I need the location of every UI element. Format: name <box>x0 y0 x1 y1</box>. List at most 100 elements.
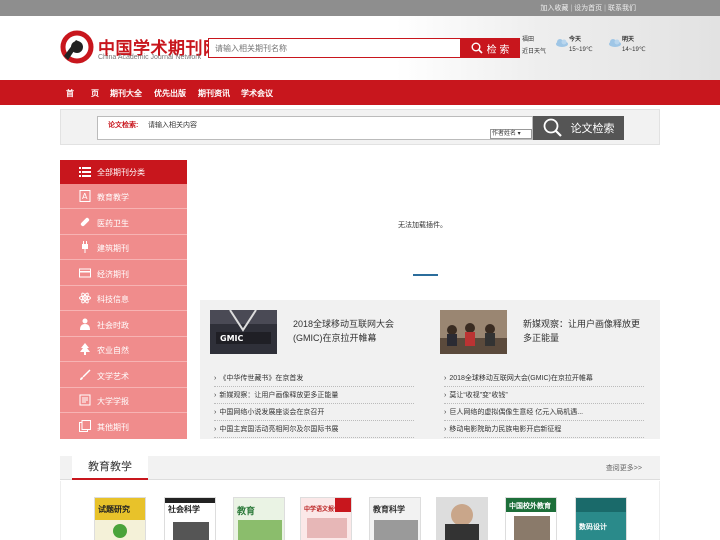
sidebar-item-technology[interactable]: 科技信息 <box>60 286 187 311</box>
banner-indicator[interactable] <box>413 274 438 276</box>
search-icon <box>471 42 483 54</box>
weather-location: 福田 近日天气 <box>522 34 546 55</box>
view-more-link[interactable]: 查阅更多>> <box>606 463 642 473</box>
book-a-icon: A <box>79 190 91 202</box>
add-favorite-link[interactable]: 加入收藏 <box>540 3 568 13</box>
cover-title: 数码设计 <box>579 524 607 531</box>
journal-cover[interactable]: 数码设计 <box>575 497 627 540</box>
journal-cover[interactable]: 教育 <box>233 497 285 540</box>
cover-title: 试题研究 <box>98 505 130 514</box>
nav-journal-news[interactable]: 期刊资讯 <box>198 88 230 99</box>
sidebar-item-label: 大学学报 <box>97 397 129 406</box>
sidebar-item-medicine[interactable]: 医药卫生 <box>60 210 187 235</box>
list-item[interactable]: 新媒观察：让用户画像释放更多正能量 <box>214 387 414 404</box>
journal-cover[interactable]: 中国校外教育 <box>505 497 557 540</box>
sidebar-item-label: 教育教学 <box>97 193 129 202</box>
copy-icon <box>79 419 91 432</box>
sidebar-item-label: 经济期刊 <box>97 269 129 279</box>
sidebar-item-label: 建筑期刊 <box>97 244 129 253</box>
brush-icon <box>80 368 91 380</box>
education-covers: 试题研究 社会科学 教育 中学语文报告 教育科学 中国校外教育 数码设计 <box>60 481 660 540</box>
sidebar-item-university[interactable]: 大学学报 <box>60 388 187 413</box>
list-item[interactable]: 移动电影院助力民族电影开启新征程 <box>444 421 644 438</box>
paper-search-box[interactable]: 论文检索: 请输入相关内容 作者姓名 ▾ <box>97 116 533 140</box>
sidebar-item-education[interactable]: A 教育教学 <box>60 184 187 209</box>
weather-note: 近日天气 <box>522 49 547 55</box>
weather-city: 福田 <box>522 37 535 43</box>
list-item[interactable]: 巨人网络的虚拟偶像生意经 亿元入局机遇... <box>444 404 644 421</box>
journal-cover[interactable]: 试题研究 <box>94 497 146 540</box>
sidebar-item-label: 医药卫生 <box>97 218 129 228</box>
list-item[interactable]: 中国网络小说发展座谈会在京召开 <box>214 404 414 421</box>
journal-cover[interactable]: 教育科学 <box>369 497 421 540</box>
list-icon <box>79 167 91 177</box>
all-categories-header[interactable]: 全部期刊分类 <box>60 160 187 184</box>
sidebar-item-label: 社会时政 <box>97 320 129 330</box>
search-button-label: 检 索 <box>486 44 510 56</box>
cover-title: 社会科学 <box>168 505 200 514</box>
sidebar-item-economy[interactable]: 经济期刊 <box>60 261 187 286</box>
plugin-missing-message: 无法加载插件。 <box>398 222 447 229</box>
separator: | <box>604 5 606 12</box>
top-links: 加入收藏 | 设为首页 | 联系我们 <box>540 3 636 13</box>
news-list-right: 2018全球移动互联网大会(GMIC)在京拉开帷幕 莫让“收视”变“收钱” 巨人… <box>444 370 644 438</box>
list-item[interactable]: 《中华传世藏书》在京首发 <box>214 370 414 387</box>
education-section-header: 教育教学 查阅更多>> <box>60 456 660 480</box>
cloud-icon <box>556 39 568 47</box>
cover-title: 中国校外教育 <box>509 503 551 510</box>
sidebar-item-label: 农业自然 <box>97 346 129 355</box>
journal-search-button[interactable]: 检 索 <box>460 38 520 58</box>
weather-today-temp: 15~19℃ <box>569 47 593 53</box>
top-utility-bar: 加入收藏 | 设为首页 | 联系我们 <box>0 0 720 16</box>
weather-tomorrow-temp: 14~19℃ <box>622 47 646 53</box>
all-categories-label: 全部期刊分类 <box>97 168 145 177</box>
set-homepage-link[interactable]: 设为首页 <box>574 3 602 13</box>
card-icon <box>79 268 91 277</box>
contact-us-link[interactable]: 联系我们 <box>608 3 636 13</box>
sidebar-item-label: 科技信息 <box>97 295 129 304</box>
journal-cover[interactable]: 社会科学 <box>164 497 216 540</box>
news-thumbnail[interactable]: GMIC <box>210 310 277 354</box>
journal-cover[interactable] <box>436 497 488 540</box>
journal-search-input[interactable] <box>209 39 461 57</box>
sidebar-item-agriculture[interactable]: 农业自然 <box>60 337 187 362</box>
nav-journals[interactable]: 期刊大全 <box>110 88 142 99</box>
atom-icon <box>79 292 91 304</box>
journal-icon <box>79 394 91 406</box>
svg-text:A: A <box>82 192 88 201</box>
sidebar-item-politics[interactable]: 社会时政 <box>60 312 187 337</box>
featured-news-title-2[interactable]: 新媒观察：让用户画像释放更多正能量 <box>523 317 647 345</box>
journal-search-box <box>208 38 462 58</box>
list-item[interactable]: 莫让“收视”变“收钱” <box>444 387 644 404</box>
news-panel: GMIC 2018全球移动互联网大会(GMIC)在京拉开帷幕 新媒观察：让用户画… <box>200 300 660 439</box>
paper-search-button-label: 论文检索 <box>570 123 615 135</box>
plug-icon <box>82 241 88 253</box>
featured-news-title-1[interactable]: 2018全球移动互联网大会(GMIC)在京拉开帷幕 <box>293 317 413 345</box>
nav-conferences[interactable]: 学术会议 <box>241 88 273 99</box>
sidebar-item-architecture[interactable]: 建筑期刊 <box>60 235 187 260</box>
sidebar-item-arts[interactable]: 文学艺术 <box>60 363 187 388</box>
search-icon <box>543 118 562 137</box>
list-item[interactable]: 2018全球移动互联网大会(GMIC)在京拉开帷幕 <box>444 370 644 387</box>
nav-home-1[interactable]: 首 <box>66 88 74 99</box>
paper-search-button[interactable]: 论文检索 <box>533 116 624 140</box>
weather-today: 今天 15~19℃ <box>569 34 593 53</box>
paper-search-label: 论文检索: <box>108 122 139 129</box>
separator: | <box>570 5 573 12</box>
paper-search-input[interactable]: 请输入相关内容 <box>148 120 197 130</box>
category-sidebar: 全部期刊分类 A 教育教学 医药卫生 建筑期刊 经济期刊 科技信息 社会时政 农… <box>60 160 187 439</box>
nav-priority-publish[interactable]: 优先出版 <box>154 88 186 99</box>
logo-subtitle: China Academic Journal Network <box>98 54 202 61</box>
cover-title: 教育科学 <box>373 505 405 514</box>
sidebar-item-other[interactable]: 其他期刊 <box>60 414 187 439</box>
news-list-left: 《中华传世藏书》在京首发 新媒观察：让用户画像释放更多正能量 中国网络小说发展座… <box>214 370 414 438</box>
logo-icon[interactable] <box>60 30 94 64</box>
news-photo: GMIC <box>210 310 277 354</box>
search-field-select[interactable]: 作者姓名 ▾ <box>490 129 532 139</box>
list-item[interactable]: 中国主宾国活动亮相阿尔及尔国际书展 <box>214 421 414 438</box>
search-field-value: 作者姓名 <box>492 131 517 137</box>
news-thumbnail[interactable] <box>440 310 507 354</box>
nav-home-2[interactable]: 页 <box>91 88 99 99</box>
journal-cover[interactable]: 中学语文报告 <box>300 497 352 540</box>
cover-title: 教育 <box>237 506 256 516</box>
